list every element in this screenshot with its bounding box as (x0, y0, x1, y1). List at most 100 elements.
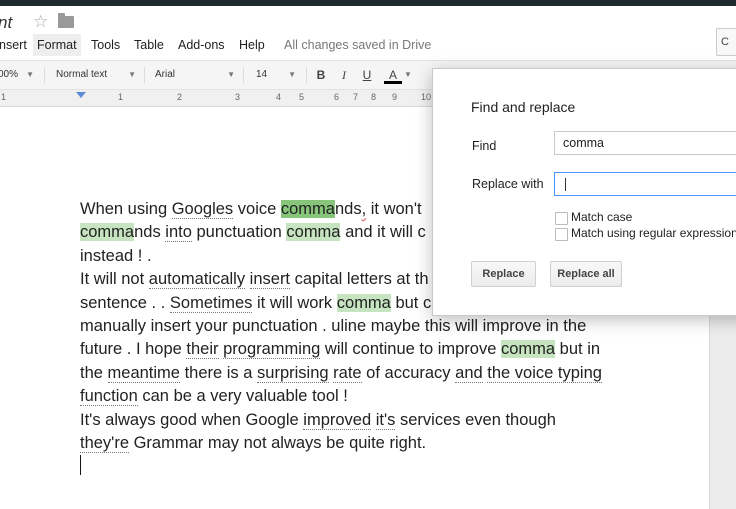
menu-table[interactable]: Table (130, 34, 168, 56)
text-run: their (186, 340, 219, 360)
text-run: it won't (366, 200, 422, 218)
text-run: it's (375, 410, 396, 430)
text-run: instead ! . (80, 246, 152, 265)
body-line: they're Grammar may not always be quite … (80, 432, 650, 455)
ruler-label: 6 (334, 92, 340, 102)
menu-tools[interactable]: Tools (87, 34, 124, 56)
ruler-label: 2 (177, 92, 183, 102)
text-run: Grammar may not always be quite right. (129, 433, 427, 452)
text-run: function (80, 387, 138, 407)
menu-help[interactable]: Help (235, 34, 269, 56)
zoom-select[interactable]: 00% ▼ (0, 61, 38, 89)
search-match: comma (501, 340, 556, 359)
text-run: but in (555, 340, 601, 359)
text-run: the (80, 363, 108, 382)
menu-bar: nsert Format Tools Table Add-ons Help Al… (0, 34, 736, 56)
text-run: insert (249, 270, 291, 290)
replace-button[interactable]: Replace (471, 261, 536, 287)
scrollbar-track[interactable] (709, 312, 736, 509)
text-run: punctuation (191, 223, 287, 242)
search-match: comma (286, 223, 341, 242)
dialog-title: Find and replace (471, 99, 576, 115)
menu-add-ons[interactable]: Add-ons (174, 34, 229, 56)
regex-label: Match using regular expression (571, 226, 736, 240)
text-caret (565, 178, 566, 191)
menu-format[interactable]: Format (33, 34, 81, 56)
text-run: It's always good when Google (80, 410, 304, 429)
text-run: rate (333, 363, 362, 383)
ruler-label: 10 (421, 92, 432, 102)
text-run: manually insert your punctuation . uline… (80, 316, 587, 335)
text-run: programming (223, 340, 321, 360)
toolbar-divider (44, 67, 45, 83)
indent-marker-icon[interactable] (76, 92, 86, 98)
text-run: can be a very valuable tool ! (137, 387, 348, 406)
style-select[interactable]: Normal text ▼ (56, 61, 140, 89)
text-run: Sometimes (169, 293, 253, 313)
regex-checkbox[interactable] (555, 228, 568, 241)
document-title[interactable]: nt (0, 13, 12, 33)
text-run: into (165, 223, 192, 243)
font-select[interactable]: Arial ▼ (155, 61, 239, 89)
text-run: there is a (179, 363, 258, 382)
style-value: Normal text (56, 69, 108, 80)
text-color-button[interactable]: A (384, 66, 402, 84)
text-cursor (80, 455, 81, 475)
find-replace-dialog: Find and replace Find comma Replace with… (432, 68, 736, 316)
ruler-label: 1 (118, 92, 124, 102)
body-line: It's always good when Google improved it… (80, 409, 650, 432)
text-run: capital letters at th (290, 270, 429, 289)
text-run: voice (233, 200, 281, 218)
text-run: but c (390, 293, 432, 312)
match-case-label: Match case (571, 210, 633, 224)
toolbar-divider (306, 67, 307, 83)
chevron-down-icon: ▼ (227, 70, 235, 79)
save-status: All changes saved in Drive (284, 38, 432, 52)
chevron-down-icon: ▼ (288, 70, 296, 79)
match-case-checkbox[interactable] (555, 212, 568, 225)
toolbar-divider (243, 67, 244, 83)
text-run (245, 270, 250, 288)
ruler-label: 5 (299, 92, 305, 102)
folder-icon[interactable] (58, 13, 74, 28)
find-input[interactable]: comma (554, 131, 736, 155)
font-size-value: 14 (256, 69, 268, 80)
share-button-edge[interactable]: C (716, 28, 736, 56)
bold-button[interactable]: B (312, 66, 330, 84)
ruler-label: 3 (235, 92, 241, 102)
text-run: It will not (80, 270, 149, 289)
zoom-value: 00% (0, 69, 19, 80)
search-match: comma (80, 223, 135, 242)
ruler-label: 1 (1, 92, 7, 102)
font-size-select[interactable]: 14 ▼ (256, 61, 300, 89)
text-run: surprising (257, 363, 329, 383)
search-match: comma (280, 200, 335, 218)
text-run: they're (80, 433, 130, 453)
text-run: and (455, 363, 483, 383)
italic-button[interactable]: I (335, 66, 353, 84)
star-icon[interactable]: ☆ (33, 12, 48, 32)
chevron-down-icon: ▼ (404, 70, 412, 79)
text-run: will continue to improve (320, 340, 501, 359)
ruler-label: 7 (353, 92, 359, 102)
toolbar-divider (144, 67, 145, 83)
underline-button[interactable]: U (358, 66, 376, 84)
text-run: it will work (252, 293, 337, 312)
text-run: services even though (395, 410, 556, 429)
text-run: nds (334, 200, 362, 218)
text-run: of accuracy (361, 363, 456, 382)
text-run: meantime (107, 363, 180, 383)
body-line: function can be a very valuable tool ! (80, 385, 650, 408)
ruler-label: 4 (276, 92, 282, 102)
text-run: automatically (148, 270, 246, 290)
find-label: Find (472, 139, 497, 153)
text-run: improved (303, 410, 372, 430)
replace-input[interactable] (554, 172, 736, 196)
replace-all-button[interactable]: Replace all (550, 261, 622, 287)
ruler-label: 8 (371, 92, 377, 102)
text-run: Googles (171, 200, 234, 219)
text-run: sentence . . (80, 293, 170, 312)
replace-label: Replace with (472, 177, 544, 191)
body-line: manually insert your punctuation . uline… (80, 315, 650, 338)
menu-insert[interactable]: nsert (0, 34, 31, 56)
